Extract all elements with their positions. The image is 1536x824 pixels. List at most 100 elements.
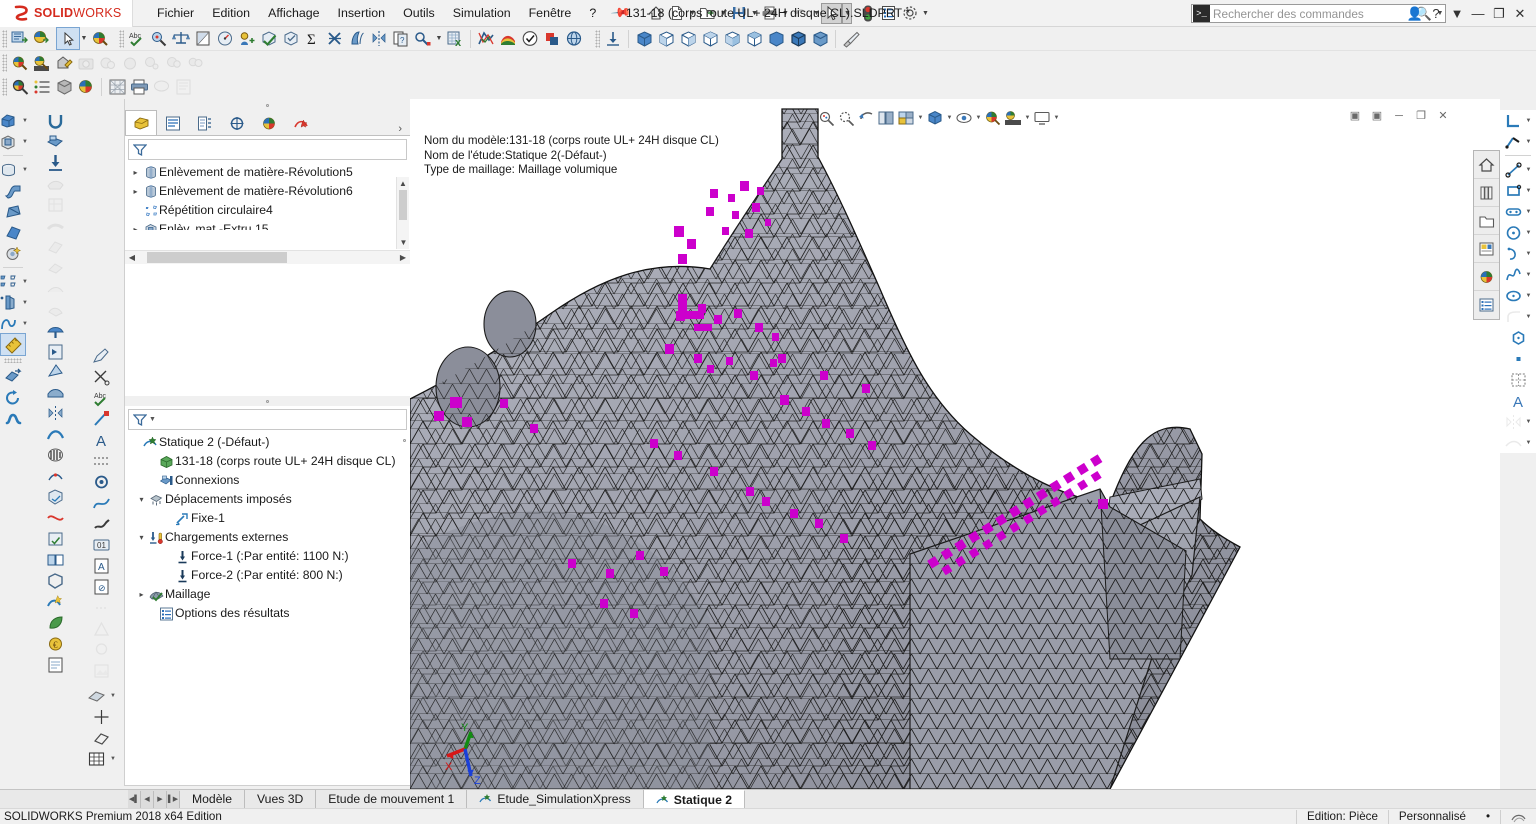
draft-analysis-icon[interactable] bbox=[43, 360, 67, 381]
sim-item-result-options[interactable]: Options des résultats bbox=[129, 604, 410, 623]
toolbar-grip-2[interactable] bbox=[119, 29, 124, 48]
feature-wizard-icon[interactable] bbox=[1, 243, 25, 264]
boundary-boss-icon[interactable] bbox=[1, 222, 25, 243]
shaded-view-icon[interactable] bbox=[765, 28, 787, 49]
view-palette-icon[interactable] bbox=[1474, 235, 1499, 263]
scroll-up-icon[interactable]: ▲ bbox=[397, 177, 409, 190]
sim-item-fixtures[interactable]: ▾ Déplacements imposés bbox=[129, 490, 410, 509]
left-view-icon[interactable] bbox=[699, 28, 721, 49]
run-study-icon[interactable] bbox=[43, 341, 67, 362]
circle-caret[interactable]: ▼ bbox=[1524, 230, 1533, 236]
globe-icon[interactable] bbox=[563, 28, 585, 49]
surface-flat-icon[interactable] bbox=[85, 685, 109, 706]
tab-vues-3d[interactable]: Vues 3D bbox=[244, 790, 317, 808]
arc-caret[interactable]: ▼ bbox=[1524, 251, 1533, 257]
thickness-analysis-icon[interactable] bbox=[43, 381, 67, 402]
feature-tree-hscrollbar[interactable]: ◀ ▶ bbox=[125, 250, 410, 264]
toolbar-grip-r2[interactable] bbox=[2, 54, 7, 72]
simulation-manager-tab[interactable] bbox=[285, 111, 317, 135]
hide-show-caret[interactable]: ▼ bbox=[974, 115, 983, 121]
revolved-boss-icon[interactable] bbox=[0, 159, 21, 180]
sketch-pencil-icon[interactable] bbox=[89, 345, 113, 366]
sim-item-force-2[interactable]: Force-2 (:Par entité: 800 N:) bbox=[129, 566, 410, 585]
equations-icon[interactable] bbox=[324, 28, 346, 49]
trim-entities-icon[interactable] bbox=[89, 366, 113, 387]
tab-etude-mouvement[interactable]: Etude de mouvement 1 bbox=[316, 790, 468, 808]
measure-tool-icon[interactable] bbox=[0, 333, 26, 356]
dimxpert-manager-tab[interactable] bbox=[221, 111, 253, 135]
symmetry-icon[interactable] bbox=[43, 402, 67, 423]
spline-icon[interactable] bbox=[1502, 264, 1524, 285]
sim-item-study[interactable]: Statique 2 (-Défaut-) bbox=[129, 433, 410, 452]
toolbar-grip-r3[interactable] bbox=[2, 78, 7, 96]
corner-rectangle-icon[interactable] bbox=[1502, 110, 1524, 131]
circle-icon[interactable] bbox=[1502, 222, 1524, 243]
help-button[interactable]: ? bbox=[1426, 6, 1446, 21]
slot-icon[interactable] bbox=[1502, 201, 1524, 222]
fillet-caret[interactable]: ▼ bbox=[1524, 314, 1533, 320]
flow-simulation-icon[interactable] bbox=[346, 28, 368, 49]
appearances-scenes-icon[interactable] bbox=[1474, 263, 1499, 291]
export-excel-icon[interactable]: x bbox=[444, 28, 466, 49]
appearance-brush-icon[interactable] bbox=[840, 28, 862, 49]
smart-dimension-icon[interactable] bbox=[1502, 131, 1524, 152]
menu-fenetre[interactable]: Fenêtre bbox=[520, 2, 581, 24]
settings-caret[interactable]: ▼ bbox=[920, 10, 930, 17]
performance-icon[interactable] bbox=[214, 28, 236, 49]
weld-bead-icon[interactable] bbox=[89, 513, 113, 534]
color-swatch-icon[interactable] bbox=[541, 28, 563, 49]
design-study-icon[interactable] bbox=[412, 28, 434, 49]
hole-wizard-icon[interactable] bbox=[89, 471, 113, 492]
linear-pattern-icon[interactable] bbox=[0, 271, 21, 292]
scroll-down-icon[interactable]: ▼ bbox=[397, 236, 410, 249]
apply-scene-caret[interactable]: ▼ bbox=[1023, 115, 1032, 121]
tab-next-button[interactable]: ▶ bbox=[154, 790, 167, 808]
edit-appearance-icon[interactable] bbox=[983, 108, 1003, 128]
expander-icon[interactable]: ▸ bbox=[135, 585, 148, 604]
curves-icon[interactable] bbox=[0, 313, 21, 334]
top-view-icon[interactable] bbox=[743, 28, 765, 49]
vtb-grip-a[interactable] bbox=[4, 358, 22, 363]
revolved-boss-caret[interactable]: ▼ bbox=[21, 167, 30, 173]
stress-plot-icon[interactable] bbox=[497, 28, 519, 49]
spline-caret[interactable]: ▼ bbox=[1524, 272, 1533, 278]
menu-help[interactable]: ? bbox=[580, 2, 605, 24]
tab-last-button[interactable]: ▌▶ bbox=[167, 790, 180, 808]
sim-item-solid-body[interactable]: 131-18 (corps route UL+ 24H disque CL) bbox=[129, 452, 410, 471]
sum-icon[interactable]: Σ bbox=[302, 28, 324, 49]
expander-icon[interactable]: ▸ bbox=[129, 220, 142, 230]
rectangle-caret[interactable]: ▼ bbox=[1524, 188, 1533, 194]
sketch-mirror-caret[interactable]: ▼ bbox=[1524, 419, 1533, 425]
previous-view-icon[interactable] bbox=[856, 108, 876, 128]
slot-caret[interactable]: ▼ bbox=[1524, 209, 1533, 215]
polygon-icon[interactable] bbox=[1507, 327, 1529, 348]
smart-dimension-caret[interactable]: ▼ bbox=[1524, 139, 1533, 145]
mesh-display-icon[interactable] bbox=[106, 77, 128, 98]
sustainability-icon[interactable] bbox=[43, 612, 67, 633]
symmetry-check-icon[interactable] bbox=[368, 28, 390, 49]
fixture-advisor-icon[interactable] bbox=[43, 110, 67, 131]
filter-caret-icon[interactable]: ▼ bbox=[149, 416, 156, 423]
expander-icon[interactable]: ▾ bbox=[135, 490, 148, 509]
sim-item-mesh[interactable]: ▸ Maillage bbox=[129, 585, 410, 604]
close-button[interactable]: ✕ bbox=[1510, 6, 1530, 22]
print-preview-icon[interactable] bbox=[128, 77, 150, 98]
boxed-a-icon[interactable]: A bbox=[89, 555, 113, 576]
extruded-boss-caret[interactable]: ▼ bbox=[21, 118, 30, 124]
graphics-viewport[interactable]: Y X Z Nom du modèle:131-18 (corps route … bbox=[410, 99, 1500, 789]
expander-icon[interactable]: ▸ bbox=[129, 182, 142, 201]
plot-results-icon[interactable] bbox=[475, 28, 497, 49]
close-icon[interactable]: ✕ bbox=[1434, 109, 1452, 122]
scroll-track[interactable] bbox=[139, 252, 396, 263]
appearance-icon[interactable] bbox=[89, 28, 111, 49]
verify-icon[interactable] bbox=[280, 28, 302, 49]
wireframe-view-icon[interactable] bbox=[809, 28, 831, 49]
tab-prev-button[interactable]: ◀ bbox=[141, 790, 154, 808]
ellipse-caret[interactable]: ▼ bbox=[1524, 293, 1533, 299]
rib-caret[interactable]: ▼ bbox=[21, 300, 30, 306]
text-abc-icon[interactable]: Abc bbox=[89, 387, 113, 408]
boxed-symbol-icon[interactable]: ⊘ bbox=[89, 576, 113, 597]
tree-item-revolve-cut-6[interactable]: ▸ Enlèvement de matière-Révolution6 bbox=[129, 182, 410, 201]
tree-item-revolve-cut-5[interactable]: ▸ Enlèvement de matière-Révolution5 bbox=[129, 163, 410, 182]
view-settings-icon[interactable] bbox=[1032, 108, 1052, 128]
